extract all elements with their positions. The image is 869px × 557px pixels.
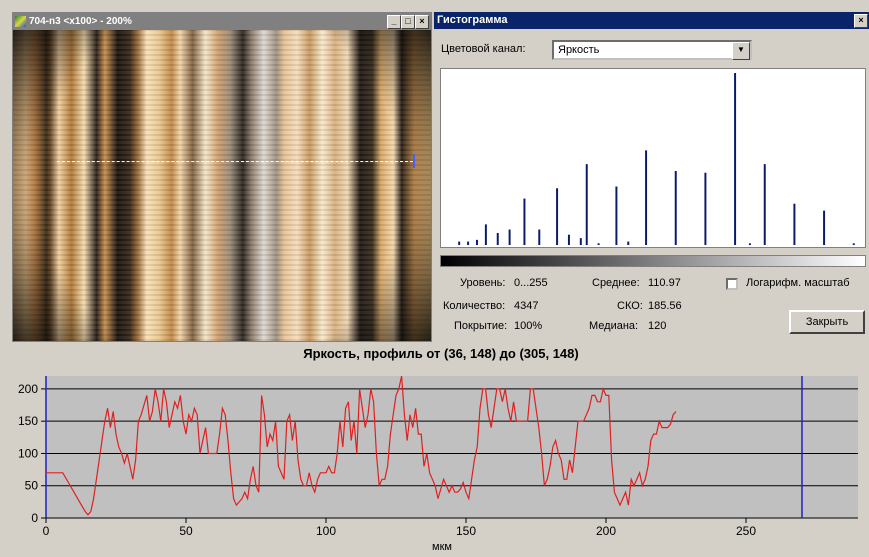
profile-y-tick-label: 50 — [25, 479, 39, 493]
level-label: Уровень: — [460, 277, 506, 289]
mean-label: Среднее: — [592, 277, 640, 289]
channel-label: Цветовой канал: — [441, 43, 526, 55]
brightness-gradient-bar — [440, 255, 866, 267]
sko-value: 185.56 — [648, 300, 682, 312]
profile-y-tick-label: 100 — [18, 446, 38, 460]
channel-select[interactable]: Яркость ▼ — [552, 40, 752, 60]
minimize-button[interactable]: _ — [387, 15, 401, 29]
coverage-label: Покрытие: — [454, 320, 508, 332]
image-window-title: 704-n3 <x100> - 200% — [29, 16, 132, 27]
profile-x-tick-label: 50 — [179, 524, 193, 538]
log-scale-label: Логарифм. масштаб — [746, 277, 850, 289]
profile-x-tick-label: 250 — [736, 524, 756, 538]
profile-x-tick-label: 0 — [43, 524, 50, 538]
micrograph-image[interactable] — [13, 30, 431, 341]
profile-title: Яркость, профиль от (36, 148) до (305, 1… — [303, 346, 579, 361]
count-value: 4347 — [514, 300, 539, 312]
level-value: 0...255 — [514, 277, 548, 289]
maximize-button[interactable]: □ — [401, 15, 415, 29]
micrograph-vignette — [13, 30, 431, 341]
chevron-down-icon[interactable]: ▼ — [732, 42, 750, 60]
sko-label: СКО: — [617, 300, 643, 312]
histogram-plot — [440, 68, 866, 248]
profile-y-tick-label: 0 — [31, 511, 38, 525]
image-window-titlebar[interactable]: 704-n3 <x100> - 200% _ □ × — [13, 13, 431, 30]
median-label: Медиана: — [589, 320, 639, 332]
image-window[interactable]: 704-n3 <x100> - 200% _ □ × — [12, 12, 432, 342]
profile-y-tick-label: 150 — [18, 414, 38, 428]
close-histogram-button[interactable]: Закрыть — [789, 310, 865, 334]
median-value: 120 — [648, 320, 667, 332]
count-label: Количество: — [443, 300, 506, 312]
profile-line-end-marker[interactable] — [413, 154, 415, 168]
histogram-window-titlebar[interactable]: Гистограмма × — [434, 12, 869, 29]
app-icon — [15, 16, 26, 27]
profile-plot-area — [46, 376, 858, 518]
close-button[interactable]: × — [415, 15, 429, 29]
profile-x-axis-label: мкм — [432, 541, 452, 553]
histogram-close-icon[interactable]: × — [854, 14, 868, 28]
profile-y-tick-label: 200 — [18, 382, 38, 396]
coverage-value: 100% — [514, 320, 543, 332]
log-scale-checkbox[interactable] — [726, 278, 738, 290]
histogram-window[interactable]: Гистограмма × Цветовой канал: Яркость ▼ … — [434, 12, 869, 342]
brightness-profile-chart: 0 50 100 150 200 0 50 100 150 200 250 мкм — [18, 375, 858, 553]
profile-x-tick-label: 100 — [316, 524, 336, 538]
histogram-window-title: Гистограмма — [437, 14, 508, 26]
profile-x-tick-label: 200 — [596, 524, 616, 538]
profile-line[interactable] — [57, 161, 413, 162]
channel-select-value: Яркость — [558, 44, 600, 56]
mean-value: 110.97 — [648, 277, 681, 289]
profile-x-tick-label: 150 — [456, 524, 476, 538]
